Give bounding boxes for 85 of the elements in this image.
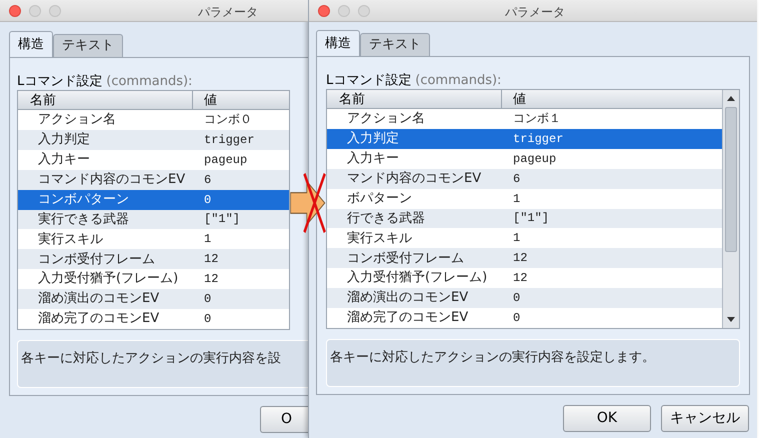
table-row[interactable]: 実行できる武器 ["1"] bbox=[18, 210, 289, 230]
description-text: 各キーに対応したアクションの実行内容を設 bbox=[21, 351, 281, 366]
tab[interactable]: テキスト bbox=[53, 34, 123, 57]
section-key: (commands): bbox=[415, 71, 502, 90]
property-value: 6 bbox=[203, 172, 212, 189]
section-label: Lコマンド設定 bbox=[326, 72, 412, 90]
property-name: コンボ受付フレーム bbox=[346, 250, 465, 268]
property-name: コンボ受付フレーム bbox=[37, 250, 156, 269]
property-name: コマンド内容のコモンEV bbox=[37, 170, 186, 189]
column-header[interactable]: 値 bbox=[193, 91, 289, 109]
property-name: 入力キー bbox=[37, 151, 91, 170]
property-value: 1 bbox=[512, 190, 522, 208]
property-value: ["1"] bbox=[203, 211, 242, 228]
table-row[interactable]: 行できる武器 ["1"] bbox=[327, 208, 722, 228]
property-name: 入力判定 bbox=[346, 130, 400, 148]
table-row[interactable]: 溜め演出のコモンEV 0 bbox=[327, 288, 722, 308]
property-value: 0 bbox=[203, 192, 212, 209]
section-key: (commands): bbox=[106, 72, 192, 92]
property-name: マンド内容のコモンEV bbox=[346, 170, 482, 188]
minimize-icon[interactable] bbox=[338, 4, 350, 16]
column-header[interactable]: 名前 bbox=[327, 90, 502, 108]
table-row[interactable]: 実行スキル 1 bbox=[18, 229, 289, 250]
table-row[interactable]: 実行スキル 1 bbox=[327, 228, 722, 248]
window-title: パラメータ bbox=[198, 4, 258, 21]
tab[interactable]: 構造 bbox=[316, 30, 360, 56]
property-value: 12 bbox=[203, 271, 220, 288]
property-name: 入力受付猶予(フレーム) bbox=[346, 269, 488, 288]
dialog-button[interactable]: キャンセル bbox=[661, 405, 749, 432]
close-icon[interactable] bbox=[318, 4, 330, 16]
property-name: ボパターン bbox=[346, 190, 413, 208]
window-title: パラメータ bbox=[505, 4, 565, 21]
property-name: アクション名 bbox=[37, 111, 117, 130]
dialog-button[interactable]: OK bbox=[563, 405, 651, 432]
property-name: アクション名 bbox=[346, 110, 426, 128]
cross-mark bbox=[302, 172, 326, 234]
column-header[interactable]: 値 bbox=[502, 90, 722, 108]
property-name: 溜め完了のコモンEV bbox=[346, 309, 470, 328]
property-value: ["1"] bbox=[512, 210, 550, 228]
table-row[interactable]: 溜め演出のコモンEV 0 bbox=[18, 289, 289, 310]
property-name: 行できる武器 bbox=[346, 210, 426, 228]
table-row[interactable]: コマンド内容のコモンEV 6 bbox=[18, 170, 289, 190]
property-value: pageup bbox=[203, 152, 248, 169]
zoom-icon[interactable] bbox=[358, 4, 370, 16]
property-value: 0 bbox=[203, 311, 212, 328]
property-value: 1 bbox=[203, 231, 212, 248]
property-value: 12 bbox=[512, 270, 528, 288]
property-value: 0 bbox=[512, 290, 522, 308]
tab[interactable]: テキスト bbox=[360, 33, 430, 56]
table-row[interactable]: 入力判定 trigger bbox=[18, 130, 289, 150]
property-value: コンボ０ bbox=[203, 112, 253, 129]
property-name: 溜め演出のコモンEV bbox=[37, 290, 160, 308]
property-name: 入力受付猶予(フレーム) bbox=[37, 270, 180, 288]
table-row[interactable]: コンボ受付フレーム 12 bbox=[327, 248, 722, 268]
zoom-icon[interactable] bbox=[49, 4, 61, 16]
table-row[interactable]: マンド内容のコモンEV 6 bbox=[327, 168, 722, 189]
property-name: 実行スキル bbox=[346, 230, 413, 248]
column-header[interactable]: 名前 bbox=[18, 91, 193, 109]
close-icon[interactable] bbox=[9, 4, 21, 16]
property-name: 実行スキル bbox=[37, 230, 104, 249]
table-row[interactable]: コンボパターン 0 bbox=[18, 190, 289, 210]
section-label: Lコマンド設定 bbox=[17, 73, 102, 91]
property-name: 入力キー bbox=[346, 150, 400, 168]
minimize-icon[interactable] bbox=[29, 4, 41, 16]
table-row[interactable]: 入力判定 trigger bbox=[327, 128, 722, 149]
property-value: コンボ１ bbox=[512, 110, 562, 128]
property-value: 1 bbox=[512, 230, 522, 248]
property-name: 入力判定 bbox=[37, 131, 91, 150]
property-value: pageup bbox=[512, 150, 558, 168]
table-row[interactable]: コンボ受付フレーム 12 bbox=[18, 249, 289, 270]
property-value: trigger bbox=[512, 130, 564, 148]
scrollbar[interactable] bbox=[722, 90, 739, 328]
property-value: 0 bbox=[203, 291, 212, 308]
description-text: 各キーに対応したアクションの実行内容を設定します。 bbox=[330, 350, 655, 365]
property-value: 6 bbox=[512, 170, 522, 188]
property-name: 溜め完了のコモンEV bbox=[37, 310, 160, 328]
property-value: trigger bbox=[203, 132, 256, 149]
property-name: コンボパターン bbox=[37, 190, 130, 209]
scroll-thumb[interactable] bbox=[725, 107, 737, 252]
property-name: 実行できる武器 bbox=[37, 210, 130, 229]
property-name: 溜め演出のコモンEV bbox=[346, 289, 470, 308]
property-value: 12 bbox=[512, 250, 528, 268]
dialog-button[interactable]: O bbox=[260, 406, 308, 433]
property-value: 0 bbox=[512, 310, 522, 328]
property-value: 12 bbox=[203, 251, 220, 268]
tab[interactable]: 構造 bbox=[9, 31, 53, 57]
